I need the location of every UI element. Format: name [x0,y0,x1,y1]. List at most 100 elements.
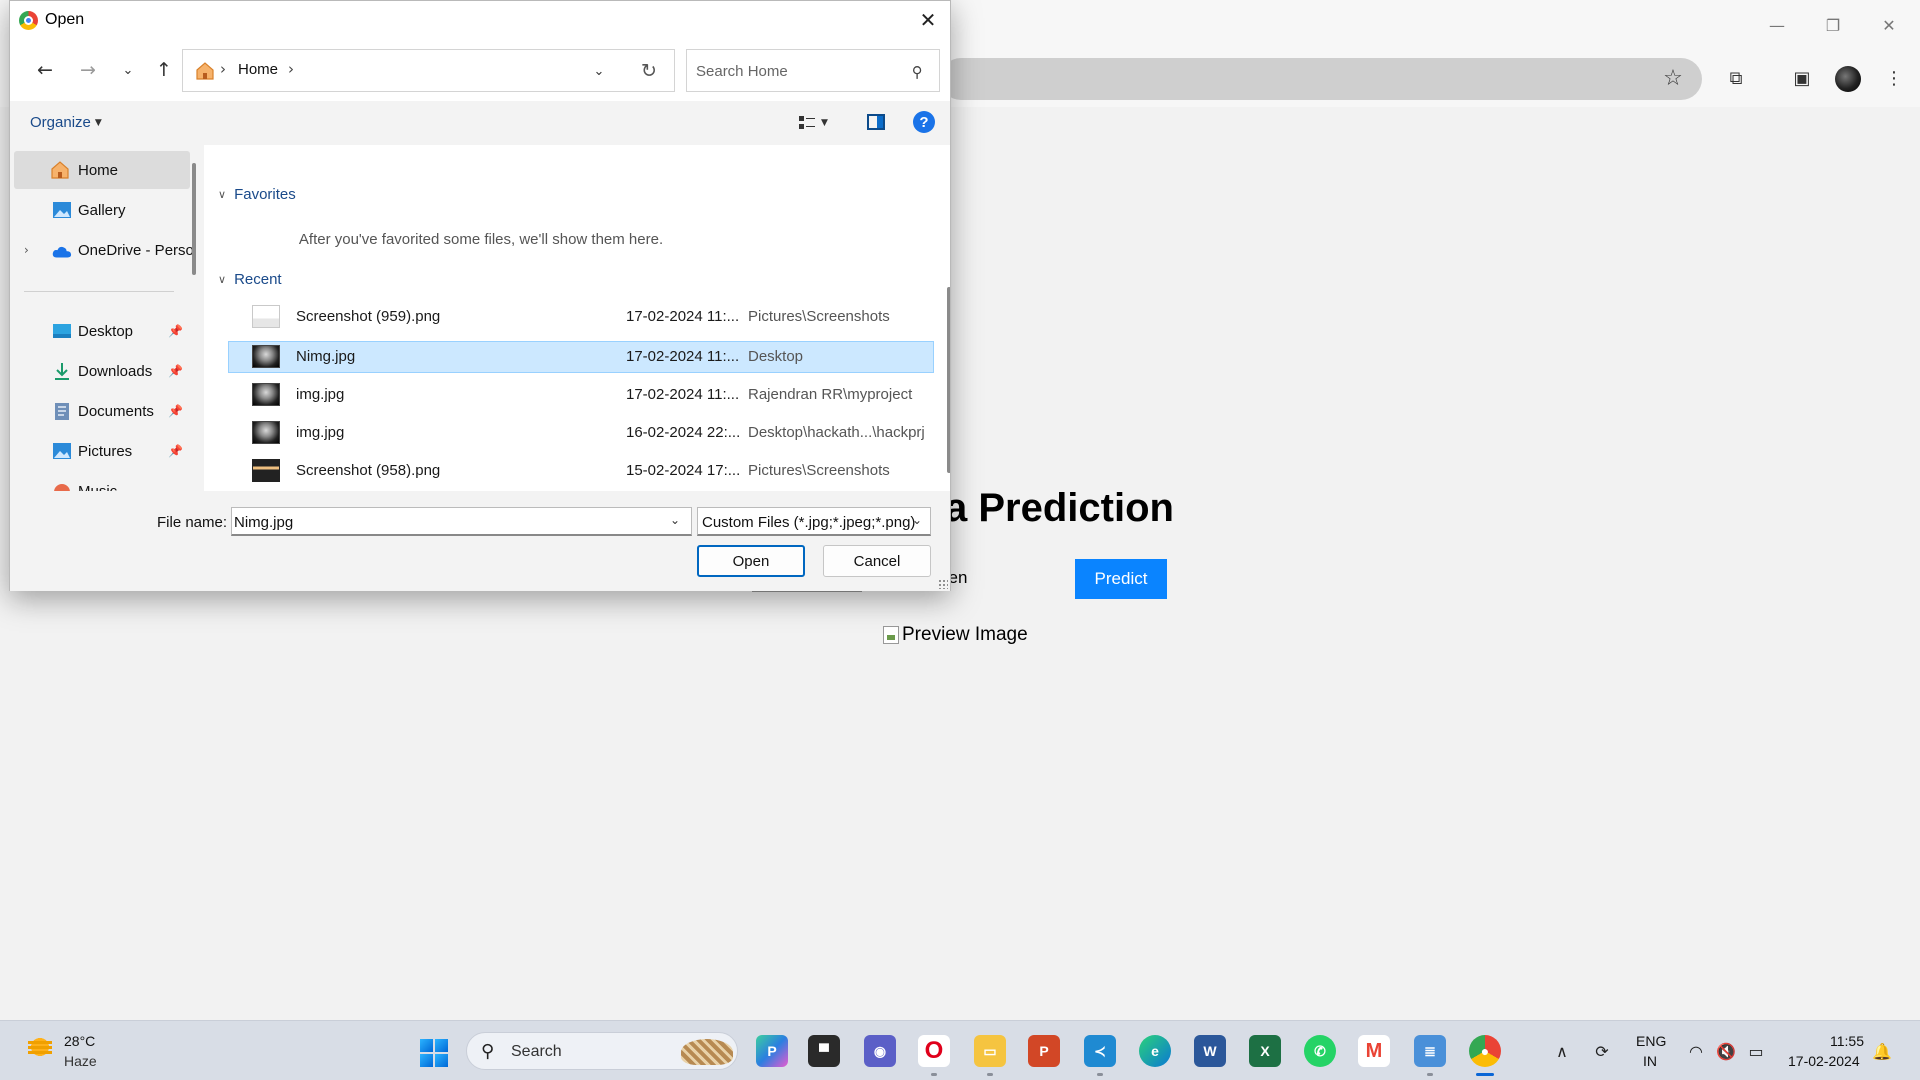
address-dropdown-icon[interactable]: ⌄ [586,58,612,84]
terminal-icon[interactable]: ▀ [808,1035,840,1067]
search-icon[interactable]: ⚲ [906,61,928,83]
file-row[interactable]: img.jpg 16-02-2024 22:... Desktop\hackat… [228,417,934,449]
whatsapp-icon[interactable]: ✆ [1304,1035,1336,1067]
show-hidden-icons-chevron-icon[interactable]: ∧ [1550,1039,1574,1063]
edge-icon[interactable]: e [1139,1035,1171,1067]
copilot-icon[interactable]: P [756,1035,788,1067]
file-row[interactable]: Screenshot (958).png 15-02-2024 17:... P… [228,455,934,487]
recent-group-header[interactable]: ∨ Recent [218,271,282,288]
powerpoint-icon[interactable]: P [1028,1035,1060,1067]
extensions-icon[interactable]: ⧉ [1722,64,1750,92]
organize-menu-button[interactable]: Organize ▼ [30,114,102,131]
sidebar-item-music[interactable]: Music [10,472,192,491]
excel-icon[interactable]: X [1249,1035,1281,1067]
breadcrumb-home[interactable]: Home [238,61,278,78]
bookmark-star-icon[interactable]: ☆ [1660,66,1686,92]
sync-icon[interactable]: ⟳ [1590,1039,1614,1063]
search-box[interactable]: ⚲ [686,49,940,92]
windows-start-icon[interactable] [420,1039,448,1067]
sidebar-item-onedrive[interactable]: › OneDrive - Perso [10,231,194,269]
search-input[interactable] [696,60,896,82]
refresh-icon[interactable]: ↻ [636,58,662,84]
file-name-field[interactable] [234,512,654,532]
preview-pane-icon[interactable] [867,114,885,130]
clock-date[interactable]: 17-02-2024 [1788,1053,1860,1069]
address-bar[interactable] [940,58,1702,100]
weather-condition: Haze [64,1053,97,1069]
close-icon[interactable]: ✕ [910,5,946,35]
dialog-title: Open [45,11,85,28]
recent-locations-chevron-icon[interactable]: ⌄ [113,55,143,85]
sidebar-item-desktop[interactable]: Desktop 📌 [10,312,192,350]
recent-label: Recent [234,271,282,288]
speaker-muted-icon[interactable]: 🔇 [1714,1039,1738,1063]
home-icon [196,62,214,80]
nav-scrollbar[interactable] [192,163,196,275]
command-bar: Organize ▼ ▼ ? [10,101,950,145]
side-panel-icon[interactable]: ▣ [1788,64,1816,92]
sidebar-item-pictures[interactable]: Pictures 📌 [10,432,192,470]
restore-button[interactable]: ❐ [1810,10,1856,40]
notepad-icon[interactable]: ≣ [1414,1035,1446,1067]
resize-grip-icon[interactable] [938,579,948,589]
vscode-icon[interactable]: ≺ [1084,1035,1116,1067]
open-button[interactable]: Open [697,545,805,577]
menu-dots-icon[interactable]: ⋮ [1880,64,1908,92]
minimize-button[interactable]: — [1754,10,1800,40]
opera-icon[interactable]: O [918,1035,950,1067]
file-list-scrollbar[interactable] [947,287,950,473]
favorites-group-header[interactable]: ∨ Favorites [218,186,296,203]
input-region[interactable]: IN [1643,1053,1657,1069]
sidebar-item-label: Music [78,482,118,492]
file-thumbnail [252,305,280,328]
file-name-combobox[interactable]: ⌄ [231,507,692,536]
pin-icon[interactable]: 📌 [168,404,183,418]
clock-time[interactable]: 11:55 [1830,1033,1864,1049]
pin-icon[interactable]: 📌 [168,364,183,378]
sidebar-item-downloads[interactable]: Downloads 📌 [10,352,192,390]
file-explorer-icon[interactable]: ▭ [974,1035,1006,1067]
wifi-icon[interactable]: ◠ [1684,1039,1708,1063]
cancel-button[interactable]: Cancel [823,545,931,577]
taskbar: 28°C Haze ⚲ Search P ▀ ◉ O ▭ P ≺ e W X ✆… [0,1020,1920,1080]
sidebar-item-gallery[interactable]: Gallery [10,191,192,229]
taskbar-search[interactable]: ⚲ Search [466,1032,738,1070]
predict-button[interactable]: Predict [1075,559,1167,599]
up-arrow-icon[interactable]: ↑ [149,55,179,85]
file-date: 17-02-2024 11:... [626,308,740,325]
app-active-indicator [1476,1073,1494,1076]
back-arrow-icon[interactable]: ← [30,55,60,85]
chrome-app-icon [19,11,38,30]
word-icon[interactable]: W [1194,1035,1226,1067]
battery-icon[interactable]: ▭ [1744,1039,1768,1063]
pin-icon[interactable]: 📌 [168,324,183,338]
forward-arrow-icon[interactable]: → [73,55,103,85]
profile-avatar[interactable] [1835,66,1861,92]
navigation-pane: Home Gallery › OneDrive - Perso Desktop … [10,145,200,491]
chevron-down-icon[interactable]: ⌄ [670,513,680,527]
gmail-icon[interactable]: M [1358,1035,1390,1067]
notification-bell-icon[interactable]: 🔔 [1870,1039,1894,1063]
expand-chevron-icon[interactable]: › [24,243,29,257]
breadcrumb-chevron-icon[interactable]: › [288,60,294,78]
navigation-bar: ← → ⌄ ↑ › Home › ⌄ ↻ ⚲ [10,39,950,101]
change-view-button[interactable]: ▼ [799,111,843,135]
file-thumbnail [252,459,280,482]
breadcrumb[interactable]: › Home › ⌄ ↻ [182,49,675,92]
file-row[interactable]: img.jpg 17-02-2024 11:... Rajendran RR\m… [228,379,934,411]
pin-icon[interactable]: 📌 [168,444,183,458]
close-window-button[interactable]: ✕ [1866,10,1912,40]
input-language[interactable]: ENG [1636,1033,1666,1049]
teams-icon[interactable]: ◉ [864,1035,896,1067]
file-row[interactable]: Screenshot (959).png 17-02-2024 11:... P… [228,301,934,333]
file-name-label: File name: [157,514,228,531]
sidebar-item-documents[interactable]: Documents 📌 [10,392,192,430]
sidebar-item-label: Desktop [78,322,134,340]
file-row[interactable]: Nimg.jpg 17-02-2024 11:... Desktop [228,341,934,373]
help-icon[interactable]: ? [913,111,935,133]
sidebar-item-home[interactable]: Home [14,151,190,189]
documents-icon [55,403,69,420]
favorites-label: Favorites [234,186,296,203]
chrome-icon[interactable]: ● [1469,1035,1501,1067]
file-type-select[interactable]: Custom Files (*.jpg;*.jpeg;*.png) ⌄ [697,507,931,536]
